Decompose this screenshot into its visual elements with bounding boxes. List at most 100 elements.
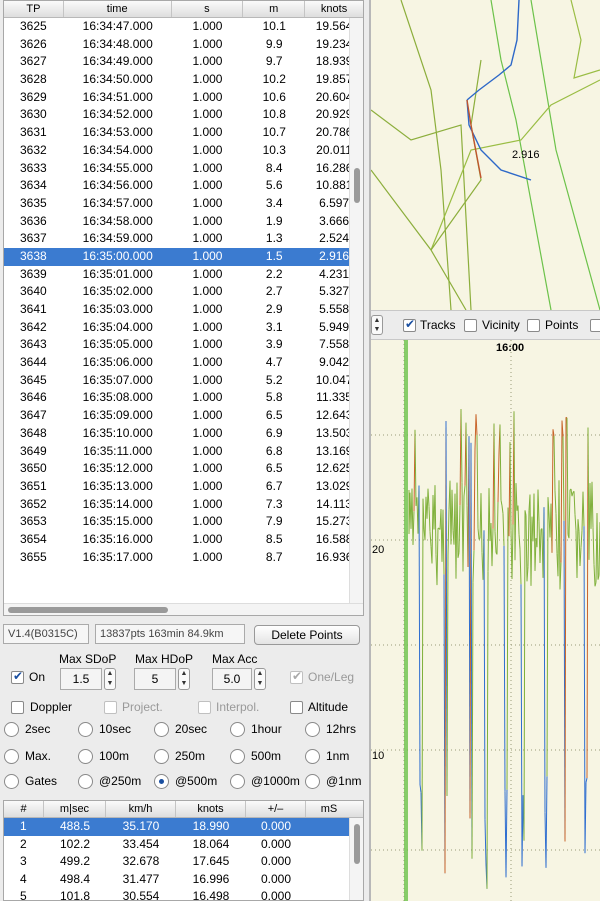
- lap-col-header-kmh[interactable]: km/h: [106, 801, 176, 817]
- table-row[interactable]: 3643 16:35:05.000 1.000 3.9 7.558: [4, 336, 363, 354]
- max-sdop-input[interactable]: 1.5: [60, 668, 102, 690]
- lap-row[interactable]: 2 102.2 33.454 18.064 0.000: [4, 836, 363, 854]
- max-acc-stepper[interactable]: ▲ ▼: [254, 668, 266, 690]
- table-row[interactable]: 3641 16:35:03.000 1.000 2.9 5.558: [4, 301, 363, 319]
- table-row[interactable]: 3625 16:34:47.000 1.000 10.1 19.564: [4, 18, 363, 36]
- table-row[interactable]: 3640 16:35:02.000 1.000 2.7 5.327: [4, 283, 363, 301]
- radio-250m[interactable]: [154, 749, 169, 764]
- laps-table-vscrollbar[interactable]: [349, 818, 363, 900]
- table-row[interactable]: 3647 16:35:09.000 1.000 6.5 12.643: [4, 407, 363, 425]
- table-row[interactable]: 3649 16:35:11.000 1.000 6.8 13.169: [4, 443, 363, 461]
- points-table-vscroll-thumb[interactable]: [354, 168, 360, 203]
- table-row[interactable]: 3634 16:34:56.000 1.000 5.6 10.881: [4, 177, 363, 195]
- lap-cell-kmh: 32.678: [122, 854, 160, 868]
- table-row[interactable]: 3630 16:34:52.000 1.000 10.8 20.929: [4, 106, 363, 124]
- table-row[interactable]: 3626 16:34:48.000 1.000 9.9 19.234: [4, 36, 363, 54]
- table-row[interactable]: 3653 16:35:15.000 1.000 7.9 15.273: [4, 513, 363, 531]
- table-row[interactable]: 3655 16:35:17.000 1.000 8.7 16.936: [4, 549, 363, 567]
- speed-graph[interactable]: 16:00 20 10: [371, 340, 600, 901]
- table-row[interactable]: 3636 16:34:58.000 1.000 1.9 3.666: [4, 213, 363, 231]
- table-row[interactable]: 3652 16:35:14.000 1.000 7.3 14.113: [4, 496, 363, 514]
- radio-2sec[interactable]: [4, 722, 19, 737]
- points-table-vscrollbar[interactable]: [349, 18, 363, 605]
- max-sdop-stepper[interactable]: ▲ ▼: [104, 668, 116, 690]
- table-row[interactable]: 3627 16:34:49.000 1.000 9.7 18.939: [4, 53, 363, 71]
- track-segment-fast: [466, 99, 482, 179]
- speed-trace-segment: [484, 819, 487, 865]
- cell-s: 1.000: [192, 284, 223, 299]
- delete-points-button[interactable]: Delete Points: [254, 625, 360, 645]
- speed-trace-segment: [553, 435, 556, 491]
- col-header-knots[interactable]: knots: [305, 1, 363, 17]
- table-row[interactable]: 3638 16:35:00.000 1.000 1.5 2.916: [4, 247, 363, 266]
- radio-20sec[interactable]: [154, 722, 169, 737]
- laps-table[interactable]: # m|sec km/h knots +/– mS 1 488.5 35.170 18…: [3, 800, 364, 901]
- cell-s: 1.000: [192, 160, 223, 175]
- radio-1nm[interactable]: [305, 774, 320, 789]
- map-zoom-stepper[interactable]: ▲ ▼: [371, 315, 383, 335]
- radio-12hrs[interactable]: [305, 722, 320, 737]
- radio-1hour[interactable]: [230, 722, 245, 737]
- table-row[interactable]: 3642 16:35:04.000 1.000 3.1 5.949: [4, 319, 363, 337]
- interpol-checkbox[interactable]: [198, 701, 211, 714]
- vicinity-checkbox[interactable]: [464, 319, 477, 332]
- table-row[interactable]: 3648 16:35:10.000 1.000 6.9 13.503: [4, 425, 363, 443]
- radio-500m[interactable]: [230, 749, 245, 764]
- table-row[interactable]: 3651 16:35:13.000 1.000 6.7 13.029: [4, 478, 363, 496]
- radio-gates[interactable]: [4, 774, 19, 789]
- laps-table-vscroll-thumb[interactable]: [354, 824, 360, 864]
- table-row[interactable]: 3633 16:34:55.000 1.000 8.4 16.286: [4, 160, 363, 178]
- radio-1nm[interactable]: [305, 749, 320, 764]
- lap-col-header-ms[interactable]: mS: [306, 801, 352, 817]
- extra-checkbox[interactable]: [590, 319, 600, 332]
- table-row[interactable]: 3645 16:35:07.000 1.000 5.2 10.047: [4, 372, 363, 390]
- track-line: [430, 79, 600, 251]
- table-row[interactable]: 3654 16:35:16.000 1.000 8.5 16.588: [4, 531, 363, 549]
- lap-row[interactable]: 5 101.8 30.554 16.498 0.000: [4, 888, 363, 900]
- cell-tp: 3641: [20, 302, 47, 316]
- lap-row[interactable]: 1 488.5 35.170 18.990 0.000: [4, 818, 363, 836]
- table-row[interactable]: 3628 16:34:50.000 1.000 10.2 19.857: [4, 71, 363, 89]
- col-header-s[interactable]: s: [172, 1, 244, 17]
- altitude-checkbox[interactable]: [290, 701, 303, 714]
- table-row[interactable]: 3631 16:34:53.000 1.000 10.7 20.786: [4, 124, 363, 142]
- lap-col-header-plusminus[interactable]: +/–: [246, 801, 306, 817]
- track-map[interactable]: 2.916: [371, 0, 600, 310]
- lap-col-header-knots[interactable]: knots: [176, 801, 246, 817]
- table-row[interactable]: 3639 16:35:01.000 1.000 2.2 4.231: [4, 266, 363, 284]
- points-table-hscroll-thumb[interactable]: [8, 607, 168, 613]
- cell-time: 16:35:09.000: [82, 408, 153, 423]
- points-table[interactable]: TP time s m knots 3625 16:34:47.000 1.000 1…: [3, 0, 364, 616]
- lap-row[interactable]: 4 498.4 31.477 16.996 0.000: [4, 871, 363, 889]
- radio-500m[interactable]: [154, 774, 169, 789]
- one-leg-checkbox[interactable]: [290, 669, 303, 684]
- on-checkbox[interactable]: [11, 669, 24, 684]
- radio-100m[interactable]: [78, 749, 93, 764]
- col-header-m[interactable]: m: [243, 1, 306, 17]
- lap-col-header-msec[interactable]: m|sec: [44, 801, 106, 817]
- radio-250m[interactable]: [78, 774, 93, 789]
- col-header-time[interactable]: time: [64, 1, 172, 17]
- table-row[interactable]: 3637 16:34:59.000 1.000 1.3 2.524: [4, 230, 363, 248]
- table-row[interactable]: 3632 16:34:54.000 1.000 10.3 20.011: [4, 142, 363, 160]
- radio-max[interactable]: [4, 749, 19, 764]
- points-table-hscrollbar[interactable]: [4, 603, 363, 615]
- doppler-checkbox[interactable]: [11, 701, 24, 714]
- col-header-tp[interactable]: TP: [4, 1, 64, 17]
- lap-cell-plusminus: 0.000: [260, 836, 292, 851]
- max-acc-input[interactable]: 5.0: [212, 668, 252, 690]
- points-checkbox[interactable]: [527, 319, 540, 332]
- radio-10sec[interactable]: [78, 722, 93, 737]
- radio-1000m[interactable]: [230, 774, 245, 789]
- lap-row[interactable]: 3 499.2 32.678 17.645 0.000: [4, 853, 363, 871]
- max-hdop-stepper[interactable]: ▲ ▼: [178, 668, 190, 690]
- table-row[interactable]: 3650 16:35:12.000 1.000 6.5 12.625: [4, 460, 363, 478]
- tracks-checkbox[interactable]: [403, 317, 416, 332]
- table-row[interactable]: 3644 16:35:06.000 1.000 4.7 9.042: [4, 354, 363, 372]
- max-hdop-input[interactable]: 5: [134, 668, 176, 690]
- table-row[interactable]: 3635 16:34:57.000 1.000 3.4 6.597: [4, 195, 363, 213]
- lap-col-header-index[interactable]: #: [4, 801, 44, 817]
- table-row[interactable]: 3646 16:35:08.000 1.000 5.8 11.335: [4, 389, 363, 407]
- project-checkbox[interactable]: [104, 701, 117, 714]
- table-row[interactable]: 3629 16:34:51.000 1.000 10.6 20.604: [4, 89, 363, 107]
